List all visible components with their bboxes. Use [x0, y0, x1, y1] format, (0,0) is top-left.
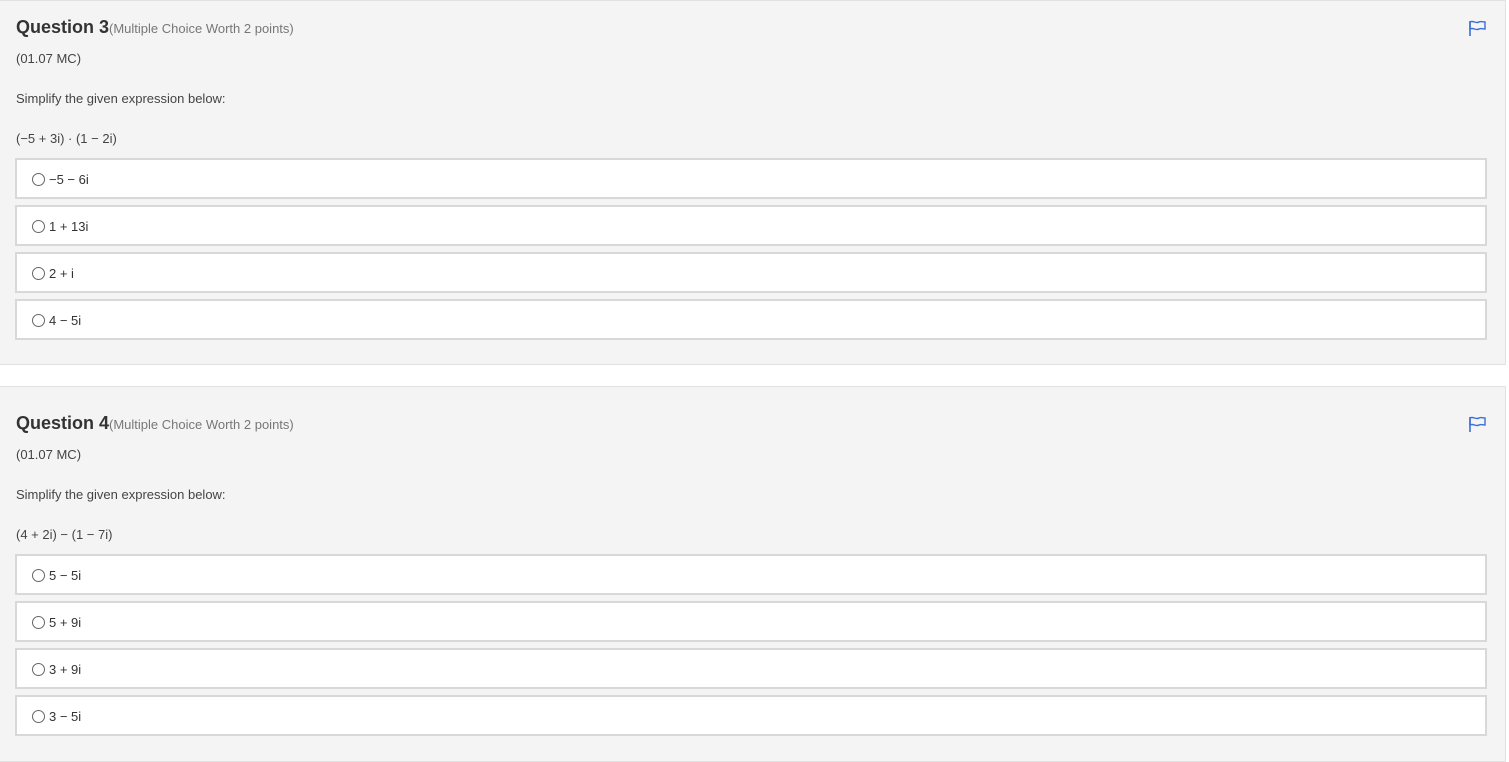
question-card: Question 3(Multiple Choice Worth 2 point… — [0, 0, 1506, 365]
answer-options: −5 − 6i 1 + 13i 2 + i 4 − 5i — [15, 158, 1487, 346]
question-meta: (Multiple Choice Worth 2 points) — [109, 417, 294, 432]
answer-option[interactable]: 4 − 5i — [15, 299, 1487, 340]
flag-icon[interactable] — [1467, 415, 1487, 433]
answer-option[interactable]: 1 + 13i — [15, 205, 1487, 246]
radio-button[interactable] — [32, 663, 45, 676]
radio-button[interactable] — [32, 173, 45, 186]
question-expression: (−5 + 3i) · (1 − 2i) — [16, 131, 117, 146]
answer-option-label: 5 + 9i — [49, 615, 82, 630]
question-code: (01.07 MC) — [16, 447, 82, 462]
answer-option-label: 3 + 9i — [49, 662, 82, 677]
question-header: Question 4(Multiple Choice Worth 2 point… — [16, 413, 294, 434]
answer-option-label: 1 + 13i — [49, 219, 89, 234]
question-header: Question 3(Multiple Choice Worth 2 point… — [16, 17, 294, 38]
radio-button[interactable] — [32, 267, 45, 280]
answer-option[interactable]: −5 − 6i — [15, 158, 1487, 199]
answer-option[interactable]: 3 + 9i — [15, 648, 1487, 689]
question-card: Question 4(Multiple Choice Worth 2 point… — [0, 386, 1506, 762]
radio-button[interactable] — [32, 569, 45, 582]
answer-option[interactable]: 2 + i — [15, 252, 1487, 293]
answer-option-label: 4 − 5i — [49, 313, 82, 328]
question-expression: (4 + 2i) − (1 − 7i) — [16, 527, 113, 542]
question-title: Question 3 — [16, 17, 110, 37]
question-code: (01.07 MC) — [16, 51, 82, 66]
question-prompt: Simplify the given expression below: — [16, 91, 226, 106]
question-title: Question 4 — [16, 413, 110, 433]
question-prompt: Simplify the given expression below: — [16, 487, 226, 502]
radio-button[interactable] — [32, 616, 45, 629]
answer-option-label: 3 − 5i — [49, 709, 82, 724]
answer-option[interactable]: 3 − 5i — [15, 695, 1487, 736]
answer-option-label: −5 − 6i — [49, 172, 89, 187]
answer-options: 5 − 5i 5 + 9i 3 + 9i 3 − 5i — [15, 554, 1487, 742]
radio-button[interactable] — [32, 314, 45, 327]
answer-option-label: 2 + i — [49, 266, 74, 281]
flag-icon[interactable] — [1467, 19, 1487, 37]
answer-option[interactable]: 5 − 5i — [15, 554, 1487, 595]
radio-button[interactable] — [32, 220, 45, 233]
radio-button[interactable] — [32, 710, 45, 723]
question-meta: (Multiple Choice Worth 2 points) — [109, 21, 294, 36]
answer-option[interactable]: 5 + 9i — [15, 601, 1487, 642]
answer-option-label: 5 − 5i — [49, 568, 82, 583]
